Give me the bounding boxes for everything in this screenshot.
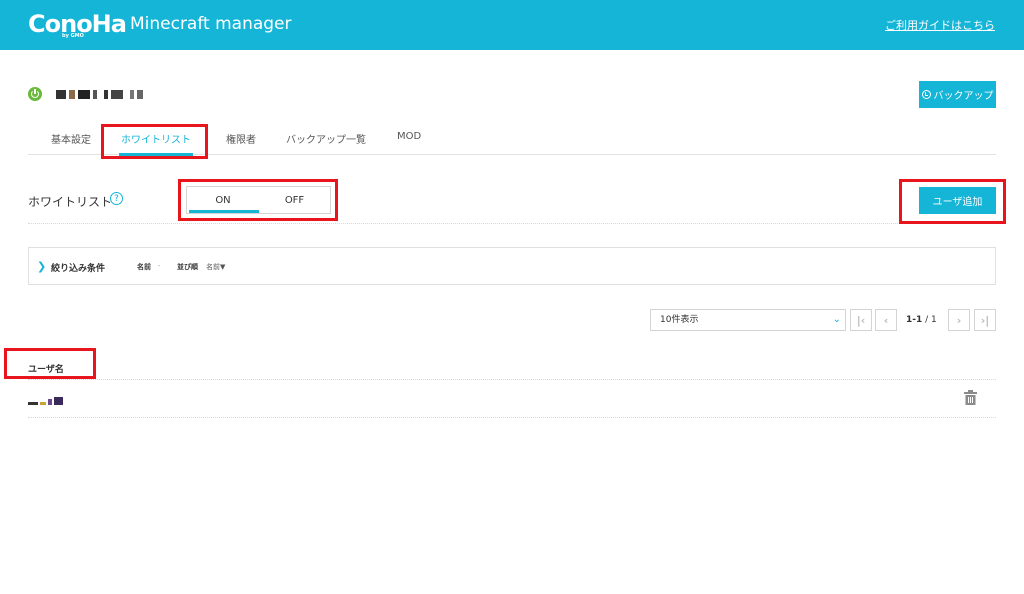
highlight-box-tab	[101, 124, 208, 159]
backup-icon	[921, 90, 931, 99]
guide-link[interactable]: ご利用ガイドはこちら	[885, 17, 995, 33]
tab-backup-list[interactable]: バックアップ一覧	[286, 131, 366, 155]
page-range: 1-1	[906, 315, 923, 325]
filter-panel[interactable]: ❯ 絞り込み条件 名前 - 並び順 名前▼	[28, 247, 996, 285]
first-page-button[interactable]: |‹	[850, 309, 872, 331]
tab-basic-settings[interactable]: 基本設定	[51, 131, 91, 155]
next-page-button[interactable]: ›	[948, 309, 970, 331]
per-page-value: 10件表示	[660, 315, 699, 325]
tab-operators[interactable]: 権限者	[226, 131, 256, 155]
server-name-redacted	[56, 89, 143, 99]
divider	[28, 417, 996, 418]
highlight-box-add-user	[899, 179, 1006, 224]
filter-title[interactable]: 絞り込み条件	[51, 261, 105, 274]
divider	[28, 379, 996, 380]
help-icon[interactable]: ?	[110, 192, 123, 205]
backup-button[interactable]: バックアップ	[919, 81, 996, 108]
filter-name-label: 名前	[137, 263, 151, 271]
filter-name-value: -	[158, 262, 161, 270]
last-page-button[interactable]: ›|	[974, 309, 996, 331]
table-row-username-redacted	[28, 395, 63, 405]
page-total: 1	[931, 315, 937, 325]
filter-sort-value: 名前▼	[206, 263, 226, 271]
trash-icon[interactable]	[964, 390, 977, 405]
per-page-select[interactable]: 10件表示 ⌄	[650, 309, 846, 331]
chevron-right-icon[interactable]: ❯	[37, 260, 46, 273]
top-header: ConoHa by GMO Minecraft manager ご利用ガイドはこ…	[0, 0, 1024, 50]
tab-mod[interactable]: MOD	[397, 131, 421, 155]
backup-button-label: バックアップ	[933, 91, 994, 102]
conoha-logo[interactable]: ConoHa by GMO Minecraft manager	[28, 9, 292, 41]
chevron-down-icon: ⌄	[832, 314, 841, 325]
page-indicator: 1-1 / 1	[906, 315, 937, 325]
whitelist-label: ホワイトリスト	[28, 195, 113, 209]
highlight-box-toggle	[178, 179, 338, 221]
server-row	[28, 86, 143, 102]
power-icon	[28, 87, 42, 101]
prev-page-button[interactable]: ‹	[875, 309, 897, 331]
page-separator: /	[922, 315, 932, 325]
product-name: Minecraft manager	[129, 14, 292, 34]
filter-sort-label: 並び順	[177, 263, 198, 271]
highlight-box-username	[4, 348, 96, 379]
logo-sub: by GMO	[62, 33, 84, 39]
divider	[28, 223, 996, 224]
